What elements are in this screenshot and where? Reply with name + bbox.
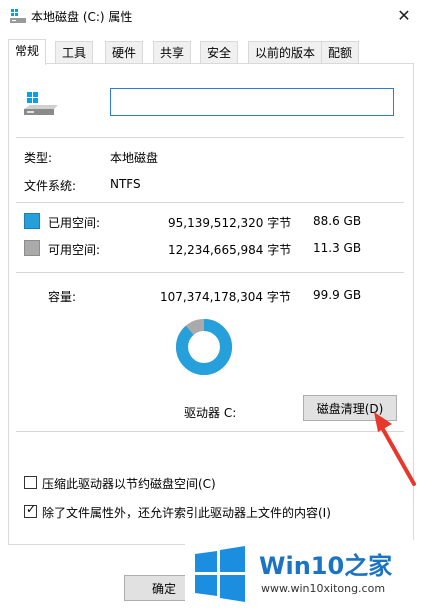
free-space-swatch bbox=[24, 240, 40, 256]
close-icon: ✕ bbox=[397, 6, 411, 25]
free-space-bytes: 12,234,665,984 字节 bbox=[168, 243, 292, 257]
volume-name-input[interactable] bbox=[110, 88, 394, 116]
type-label: 类型: bbox=[24, 151, 53, 165]
tab-quota[interactable]: 配额 bbox=[321, 41, 360, 64]
annotation-arrow-icon bbox=[374, 412, 416, 486]
used-space-arc bbox=[176, 319, 232, 375]
capacity-bytes: 107,374,178,304 字节 bbox=[160, 290, 291, 304]
index-label: 除了文件属性外，还允许索引此驱动器上文件的内容(I) bbox=[42, 506, 331, 520]
tab-general[interactable]: 常规 bbox=[8, 39, 47, 65]
capacity-label: 容量: bbox=[48, 290, 77, 304]
drive-icon bbox=[10, 9, 26, 23]
window-title: 本地磁盘 (C:) 属性 bbox=[31, 10, 133, 24]
index-checkbox[interactable]: ✓ bbox=[24, 502, 37, 518]
watermark-title: Win10之家 bbox=[259, 552, 393, 580]
divider bbox=[16, 431, 404, 432]
drive-icon bbox=[24, 92, 58, 115]
close-button[interactable]: ✕ bbox=[394, 6, 414, 26]
divider bbox=[16, 272, 404, 273]
tab-tools[interactable]: 工具 bbox=[55, 41, 94, 64]
filesystem-label: 文件系统: bbox=[24, 179, 77, 193]
filesystem-value: NTFS bbox=[110, 177, 141, 191]
title-bar: 本地磁盘 (C:) 属性 ✕ bbox=[0, 0, 421, 32]
windows-logo-icon bbox=[195, 546, 245, 602]
divider bbox=[16, 202, 404, 203]
checkmark-icon: ✓ bbox=[26, 502, 37, 516]
compress-checkbox[interactable] bbox=[24, 476, 37, 489]
used-space-size: 88.6 GB bbox=[313, 214, 362, 228]
watermark-url: www.win10xitong.com bbox=[261, 582, 386, 595]
free-space-label: 可用空间: bbox=[48, 243, 101, 257]
watermark: Win10之家 www.win10xitong.com bbox=[185, 540, 421, 615]
disk-usage-donut bbox=[176, 319, 232, 375]
type-value: 本地磁盘 bbox=[110, 151, 159, 165]
capacity-size: 99.9 GB bbox=[313, 288, 362, 302]
used-space-label: 已用空间: bbox=[48, 216, 101, 230]
tab-hardware[interactable]: 硬件 bbox=[105, 41, 144, 64]
compress-label: 压缩此驱动器以节约磁盘空间(C) bbox=[42, 477, 216, 491]
used-space-swatch bbox=[24, 213, 40, 229]
used-space-bytes: 95,139,512,320 字节 bbox=[168, 216, 292, 230]
tab-security[interactable]: 安全 bbox=[200, 41, 239, 64]
tab-previous-versions[interactable]: 以前的版本 bbox=[248, 41, 323, 64]
divider bbox=[16, 137, 404, 138]
free-space-size: 11.3 GB bbox=[313, 241, 362, 255]
drive-label: 驱动器 C: bbox=[184, 406, 237, 420]
tab-sharing[interactable]: 共享 bbox=[153, 41, 192, 64]
